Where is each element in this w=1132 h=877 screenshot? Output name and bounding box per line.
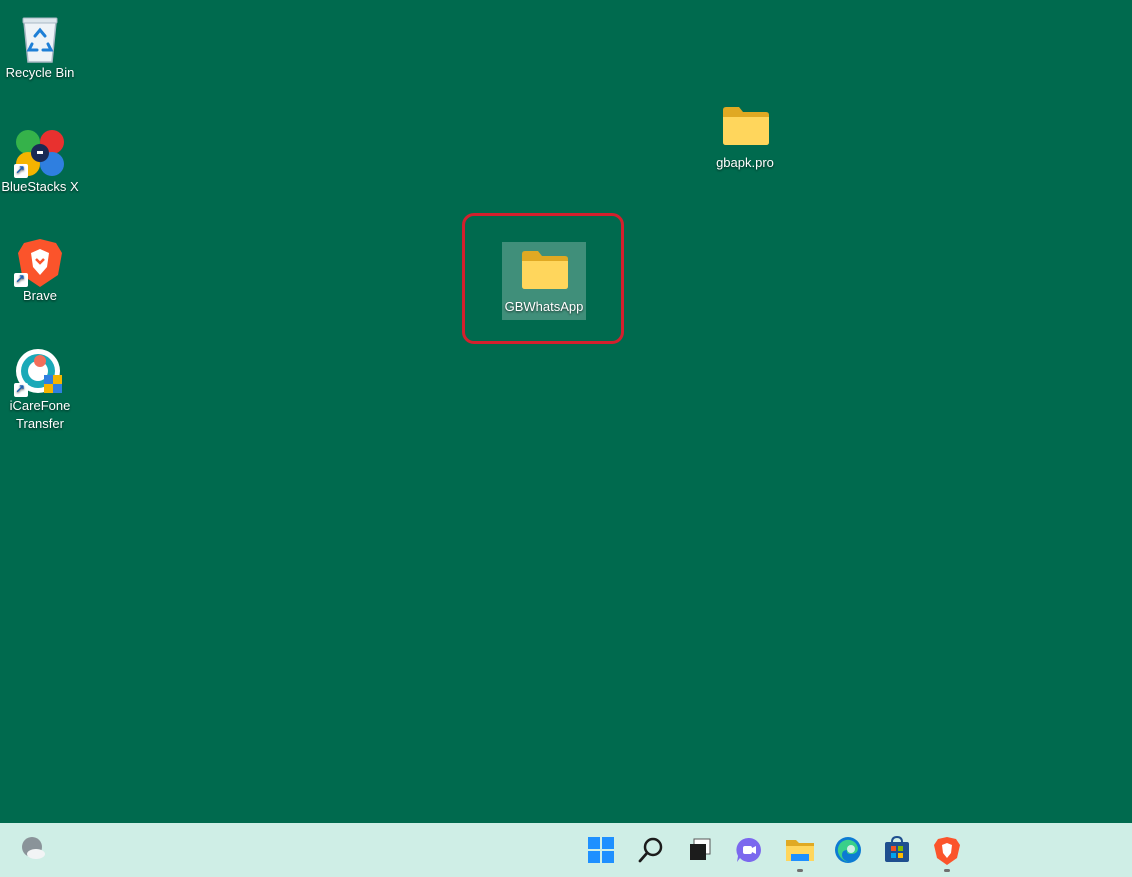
search-icon [638,837,663,863]
running-indicator [944,869,950,872]
brave-icon [934,837,960,865]
task-view-icon [690,838,711,860]
taskbar-search-button[interactable] [633,832,669,868]
folder-icon [520,248,568,296]
desktop-icon-label: GBWhatsApp [504,299,584,314]
icarefone-icon [14,347,64,398]
desktop-icon-gbapk-folder[interactable]: gbapk.pro [705,104,785,172]
desktop-icon-recycle-bin[interactable]: Recycle Bin [0,14,80,82]
taskbar-edge-button[interactable] [830,832,866,868]
shortcut-arrow-icon [14,270,28,288]
file-explorer-icon [786,840,814,861]
desktop-icon-bluestacks[interactable]: BlueStacks X [0,128,80,196]
taskbar-brave-button[interactable] [929,832,965,872]
desktop-icon-icarefone-transfer[interactable]: iCareFone Transfer [0,347,80,433]
desktop-icon-label: Recycle Bin [5,65,75,80]
desktop-icon-label: Brave [23,288,57,303]
bluestacks-icon [14,128,64,179]
taskbar-widgets-button[interactable] [18,834,50,866]
desktop-icon-gbwhatsapp-folder[interactable]: GBWhatsApp [502,242,586,320]
taskbar-start-button[interactable] [583,832,619,868]
desktop-icon-label: BlueStacks X [1,179,79,194]
weather-widget-icon [22,837,45,859]
taskbar-file-explorer-button[interactable] [782,832,818,872]
desktop-icon-label: gbapk.pro [716,155,774,170]
taskbar [0,823,1132,877]
shortcut-arrow-icon [14,161,28,179]
desktop-icon-brave[interactable]: Brave [0,237,80,305]
chat-icon [736,837,761,862]
running-indicator [797,869,803,872]
brave-icon [14,237,64,288]
recycle-bin-icon [16,14,64,63]
edge-icon [835,837,861,863]
desktop-icon-label: iCareFone Transfer [9,398,71,431]
taskbar-store-button[interactable] [879,832,915,868]
windows-start-icon [588,837,614,863]
taskbar-task-view-button[interactable] [682,832,718,868]
shortcut-arrow-icon [14,380,28,398]
desktop[interactable]: Recycle Bin BlueStacks X Brav [0,0,1132,823]
store-icon [885,836,909,862]
taskbar-chat-button[interactable] [731,832,767,868]
folder-icon [721,104,769,152]
